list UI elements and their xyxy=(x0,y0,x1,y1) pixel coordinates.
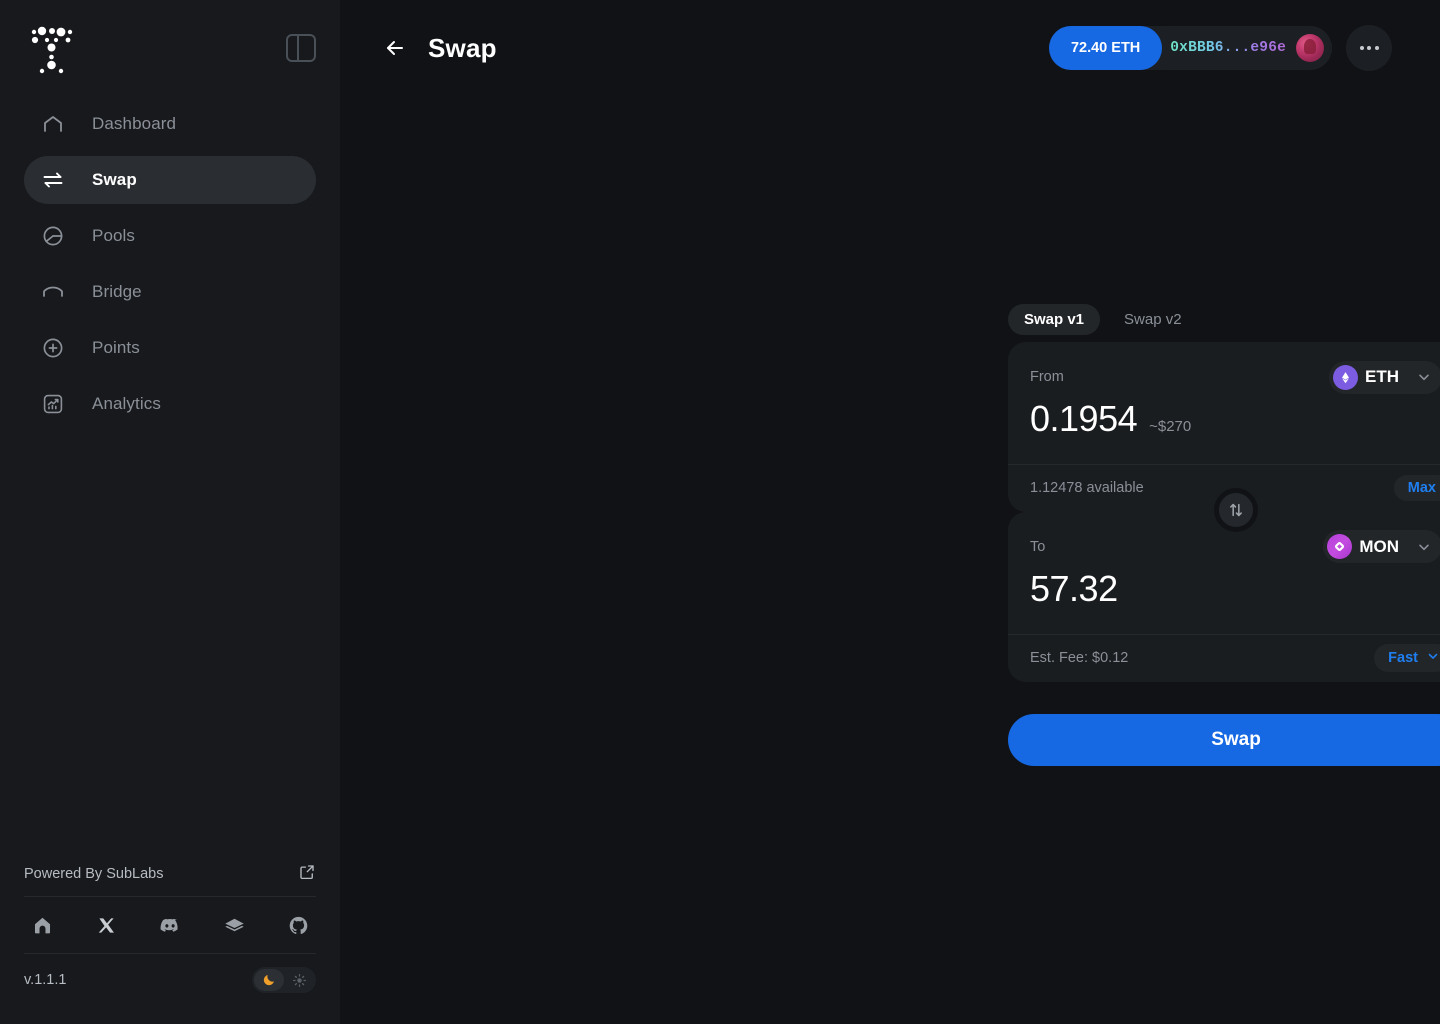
tab-swap-v1[interactable]: Swap v1 xyxy=(1008,303,1101,335)
theme-toggle[interactable] xyxy=(252,967,316,993)
plus-circle-icon xyxy=(40,335,66,361)
moon-icon[interactable] xyxy=(254,969,284,991)
to-row: To MON xyxy=(1030,530,1440,564)
sidebar-item-swap[interactable]: Swap xyxy=(24,156,316,204)
external-link-icon[interactable] xyxy=(298,863,316,885)
max-button[interactable]: Max xyxy=(1393,475,1440,502)
sun-icon[interactable] xyxy=(284,969,314,991)
sidebar-item-label: Points xyxy=(92,338,140,357)
from-token-name: ETH xyxy=(1365,367,1399,386)
to-panel: To MON 57.32 Est. Fee: $0.12 Fast xyxy=(1008,511,1440,682)
wallet-balance[interactable]: 72.40 ETH xyxy=(1048,26,1163,70)
sidebar-item-label: Bridge xyxy=(92,282,142,301)
dot xyxy=(1359,46,1364,50)
sidebar-item-label: Pools xyxy=(92,226,136,245)
estimated-fee: Est. Fee: $0.12 xyxy=(1030,650,1129,667)
swap-card: Swap v1 Swap v2 From ETH 0.1954 ~$270 1.… xyxy=(1008,296,1440,766)
dot xyxy=(1374,46,1379,50)
chevron-down-icon xyxy=(1426,649,1440,667)
tab-swap-v2[interactable]: Swap v2 xyxy=(1108,304,1198,335)
sidebar-item-dashboard[interactable]: Dashboard xyxy=(24,100,316,148)
sidebar-item-points[interactable]: Points xyxy=(24,324,316,372)
from-token-selector[interactable]: ETH xyxy=(1329,360,1440,394)
eth-token-icon xyxy=(1333,364,1358,390)
sidebar-item-label: Dashboard xyxy=(92,114,177,133)
tsunami-dots-logo[interactable] xyxy=(18,18,78,78)
sidebar-item-pools[interactable]: Pools xyxy=(24,212,316,260)
sidebar-header xyxy=(0,0,340,96)
dot xyxy=(1367,46,1371,50)
website-home-icon[interactable] xyxy=(30,913,54,937)
github-icon[interactable] xyxy=(286,913,310,937)
page-title: Swap xyxy=(428,32,497,63)
powered-by-label: Powered By SubLabs xyxy=(24,866,164,882)
from-panel-body: From ETH 0.1954 ~$270 xyxy=(1008,342,1440,464)
from-amount-input[interactable]: 0.1954 xyxy=(1030,400,1138,438)
speed-label: Fast xyxy=(1388,650,1418,667)
swap-submit-button[interactable]: Swap xyxy=(1008,713,1440,766)
main-content: Swap 72.40 ETH 0xBBB6...e96e Swap v1 Swa… xyxy=(340,0,1440,1024)
analytics-chart-icon xyxy=(40,391,66,417)
sidebar-item-analytics[interactable]: Analytics xyxy=(24,380,316,428)
back-arrow-icon[interactable] xyxy=(372,25,418,71)
chevron-down-icon xyxy=(1416,539,1432,555)
sidebar-footer: Powered By SubLabs v.1.1.1 xyxy=(0,852,340,1024)
version-label: v.1.1.1 xyxy=(24,972,67,988)
docs-book-icon[interactable] xyxy=(222,913,246,937)
sidebar: Dashboard Swap Pools Bridge Points Analy… xyxy=(0,0,340,1024)
pie-chart-icon xyxy=(40,223,66,249)
swap-card-header: Swap v1 Swap v2 xyxy=(1008,296,1440,342)
from-usd-value: ~$270 xyxy=(1149,418,1192,435)
wallet-address-button[interactable]: 0xBBB6...e96e xyxy=(1144,26,1332,70)
to-label: To xyxy=(1030,538,1046,555)
topbar: Swap 72.40 ETH 0xBBB6...e96e xyxy=(340,0,1440,96)
to-token-name: MON xyxy=(1359,536,1399,556)
chevron-down-icon xyxy=(1416,369,1432,385)
home-icon xyxy=(40,111,66,137)
mon-token-icon xyxy=(1327,534,1353,560)
sidebar-item-label: Swap xyxy=(92,170,137,189)
powered-by-row[interactable]: Powered By SubLabs xyxy=(24,852,316,896)
swap-direction-button[interactable] xyxy=(1214,487,1258,532)
app-root: Dashboard Swap Pools Bridge Points Analy… xyxy=(0,0,1440,1024)
wallet-avatar xyxy=(1296,34,1324,62)
from-label: From xyxy=(1030,369,1064,385)
to-panel-footer: Est. Fee: $0.12 Fast xyxy=(1008,633,1440,682)
from-amount-row: 0.1954 ~$270 xyxy=(1030,394,1440,452)
swap-arrows-icon xyxy=(40,167,66,193)
from-available-balance: 1.12478 available xyxy=(1030,480,1144,497)
more-options-button[interactable] xyxy=(1346,25,1392,71)
from-row: From ETH xyxy=(1030,360,1440,394)
social-links xyxy=(24,897,316,953)
to-amount-input[interactable]: 57.32 xyxy=(1030,569,1118,608)
to-amount-row: 57.32 xyxy=(1030,564,1440,622)
wallet-address-text: 0xBBB6...e96e xyxy=(1170,40,1286,56)
sidebar-item-bridge[interactable]: Bridge xyxy=(24,268,316,316)
sidebar-item-label: Analytics xyxy=(92,394,161,413)
x-twitter-icon[interactable] xyxy=(94,913,118,937)
sidebar-nav: Dashboard Swap Pools Bridge Points Analy… xyxy=(0,96,340,436)
version-row: v.1.1.1 xyxy=(24,954,316,1006)
to-token-selector[interactable]: MON xyxy=(1323,530,1440,564)
from-panel: From ETH 0.1954 ~$270 1.12478 available … xyxy=(1008,342,1440,512)
wallet-widget: 72.40 ETH 0xBBB6...e96e xyxy=(1048,26,1332,70)
speed-selector[interactable]: Fast xyxy=(1374,644,1440,673)
bridge-icon xyxy=(40,279,66,305)
to-panel-body: To MON 57.32 xyxy=(1008,512,1440,634)
discord-icon[interactable] xyxy=(158,913,182,937)
collapse-sidebar-icon[interactable] xyxy=(286,34,316,62)
